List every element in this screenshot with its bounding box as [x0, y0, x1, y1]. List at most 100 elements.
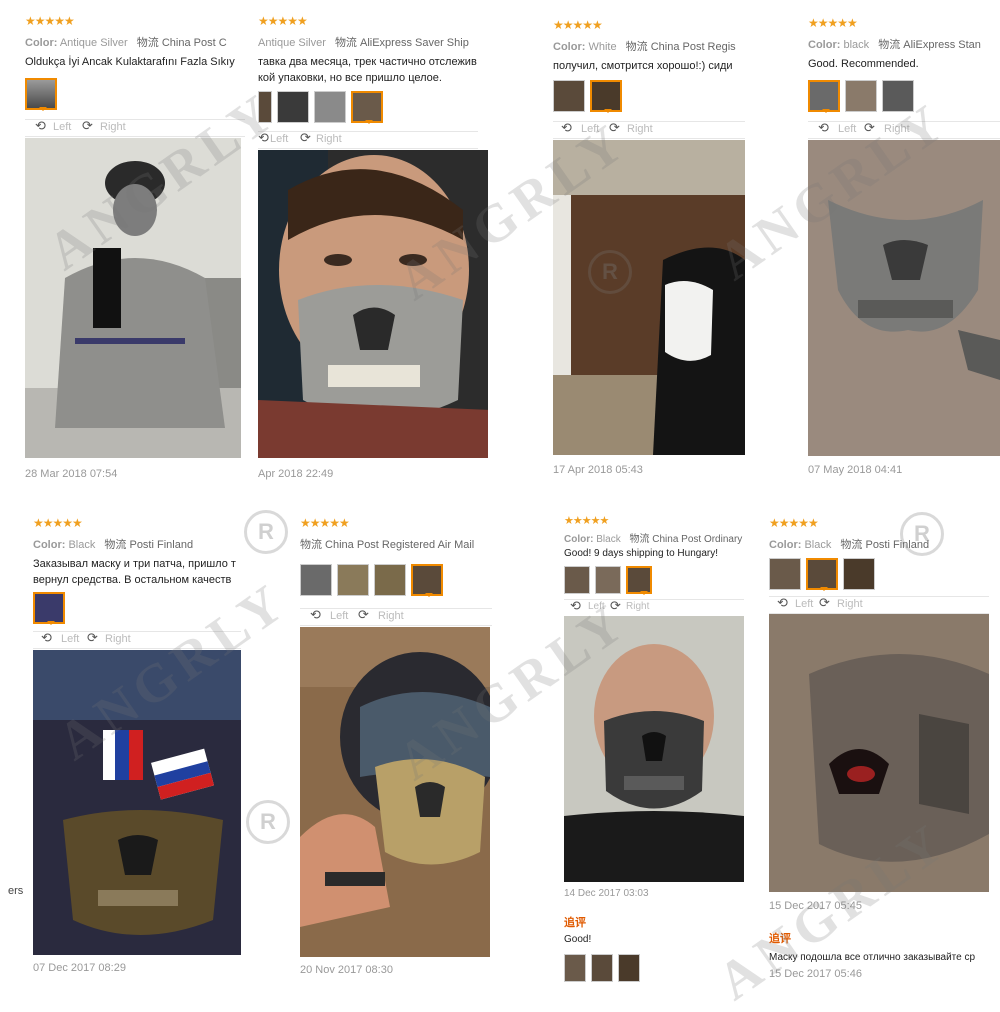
- rotate-right-icon[interactable]: ⟳: [609, 121, 620, 136]
- rotate-right-button[interactable]: Right: [626, 601, 649, 612]
- photo-thumbnail[interactable]: [591, 954, 613, 982]
- photo-thumbnail[interactable]: [882, 80, 914, 112]
- thumbnail-strip: [564, 566, 652, 595]
- rotate-right-icon[interactable]: ⟳: [87, 631, 98, 646]
- rotate-controls: ⟲ Left ⟳ Right: [300, 608, 492, 626]
- additional-review-text: Good!: [564, 934, 592, 945]
- color-value: Black: [596, 534, 621, 545]
- review-date: 07 May 2018 04:41: [808, 464, 903, 476]
- comment-line-2: вернул средства. В остальном качеств: [33, 574, 232, 586]
- photo-thumbnail[interactable]: [411, 564, 443, 597]
- photo-thumbnail[interactable]: [590, 80, 622, 113]
- thumbnail-strip: [808, 80, 914, 113]
- rotate-left-button[interactable]: Left: [588, 601, 605, 612]
- thumbnail-strip: [25, 78, 57, 111]
- rotate-right-icon[interactable]: ⟳: [358, 608, 369, 623]
- rotate-right-icon[interactable]: ⟳: [300, 131, 311, 146]
- star-rating: ★★★★★: [258, 14, 308, 28]
- rotate-left-icon[interactable]: ⟲: [777, 596, 788, 611]
- rotate-left-icon[interactable]: ⟲: [818, 121, 829, 136]
- rotate-controls: ⟲ Left ⟳ Right: [769, 596, 989, 614]
- review-date: 20 Nov 2017 08:30: [300, 964, 393, 976]
- rotate-left-button[interactable]: Left: [53, 121, 71, 133]
- review-photo[interactable]: [300, 627, 490, 957]
- photo-thumbnail[interactable]: [806, 558, 838, 591]
- additional-review-date: 15 Dec 2017 05:46: [769, 968, 862, 980]
- rotate-right-icon[interactable]: ⟳: [864, 121, 875, 136]
- registered-mark: R: [244, 510, 288, 554]
- rotate-right-button[interactable]: Right: [316, 133, 342, 145]
- review-photo[interactable]: [25, 138, 241, 458]
- review-card-8: ★★★★★ Color: Black 物流 Posti Finland ⟲ Le…: [769, 516, 989, 984]
- photo-thumbnail[interactable]: [337, 564, 369, 596]
- review-card-7: ★★★★★ Color: Black 物流 China Post Ordinar…: [564, 514, 744, 984]
- review-card-1: ★★★★★ Color: Antique Silver 物流 China Pos…: [25, 14, 255, 484]
- rotate-controls: ⟲ Left ⟳ Right: [25, 119, 245, 137]
- registered-mark: R: [588, 250, 632, 294]
- thumbnail-strip: [769, 558, 875, 591]
- rotate-left-icon[interactable]: ⟲: [41, 631, 52, 646]
- photo-thumbnail[interactable]: [300, 564, 332, 596]
- photo-thumbnail[interactable]: [769, 558, 801, 590]
- photo-thumbnail[interactable]: [843, 558, 875, 590]
- photo-thumbnail[interactable]: [564, 566, 590, 594]
- rotate-left-icon[interactable]: ⟲: [561, 121, 572, 136]
- review-photo[interactable]: [769, 614, 989, 892]
- rotate-left-icon[interactable]: ⟲: [570, 599, 581, 614]
- color-label: Color:: [769, 539, 802, 551]
- rotate-left-button[interactable]: Left: [330, 610, 348, 622]
- rotate-right-button[interactable]: Right: [884, 123, 910, 135]
- rotate-right-button[interactable]: Right: [105, 633, 131, 645]
- shipping-method: 物流 Posti Finland: [104, 539, 194, 551]
- rotate-right-button[interactable]: Right: [100, 121, 126, 133]
- selfie-image: [25, 138, 241, 458]
- rotate-left-button[interactable]: Left: [270, 133, 288, 145]
- review-meta: Color: White 物流 China Post Regis: [553, 38, 736, 54]
- rotate-controls: ⟲ Left ⟳ Right: [564, 599, 744, 617]
- rotate-left-icon[interactable]: ⟲: [258, 131, 269, 146]
- rotate-right-button[interactable]: Right: [837, 598, 863, 610]
- photo-thumbnail[interactable]: [25, 78, 57, 111]
- rotate-right-button[interactable]: Right: [378, 610, 404, 622]
- rotate-left-button[interactable]: Left: [795, 598, 813, 610]
- photo-thumbnail[interactable]: [258, 91, 272, 123]
- review-date: 15 Dec 2017 05:45: [769, 900, 862, 912]
- review-card-6: ★★★★★ 物流 China Post Registered Air Mail …: [300, 516, 492, 980]
- photo-thumbnail[interactable]: [374, 564, 406, 596]
- photo-thumbnail[interactable]: [553, 80, 585, 112]
- rotate-left-button[interactable]: Left: [61, 633, 79, 645]
- comment-line-2: кой упаковки, но все пришло целое.: [258, 72, 442, 84]
- review-meta: Color: Black 物流 Posti Finland: [33, 536, 193, 552]
- rotate-right-icon[interactable]: ⟳: [610, 599, 621, 614]
- photo-thumbnail[interactable]: [564, 954, 586, 982]
- photo-thumbnail[interactable]: [808, 80, 840, 113]
- comment-line-1: Заказывал маску и три патча, пришло т: [33, 558, 236, 570]
- rotate-right-icon[interactable]: ⟳: [82, 119, 93, 134]
- review-date: 17 Apr 2018 05:43: [553, 464, 643, 476]
- photo-thumbnail[interactable]: [277, 91, 309, 123]
- rotate-right-icon[interactable]: ⟳: [819, 596, 830, 611]
- photo-thumbnail[interactable]: [351, 91, 383, 124]
- shipping-method: 物流 AliExpress Stan: [878, 39, 981, 51]
- review-photo[interactable]: [258, 150, 488, 458]
- rotate-left-button[interactable]: Left: [581, 123, 599, 135]
- rotate-left-icon[interactable]: ⟲: [35, 119, 46, 134]
- rotate-left-button[interactable]: Left: [838, 123, 856, 135]
- color-value: Antique Silver: [258, 37, 326, 49]
- photo-thumbnail[interactable]: [626, 566, 652, 595]
- review-photo[interactable]: [33, 650, 241, 955]
- photo-thumbnail[interactable]: [33, 592, 65, 625]
- color-label: Color:: [33, 539, 66, 551]
- review-photo[interactable]: [553, 140, 745, 455]
- photo-thumbnail[interactable]: [595, 566, 621, 594]
- rotate-right-button[interactable]: Right: [627, 123, 653, 135]
- rotate-controls: ⟲ Left ⟳ Right: [33, 631, 241, 649]
- review-photo[interactable]: [808, 140, 1000, 456]
- photo-thumbnail[interactable]: [845, 80, 877, 112]
- review-meta: Color: black 物流 AliExpress Stan: [808, 36, 981, 52]
- photo-thumbnail[interactable]: [314, 91, 346, 123]
- review-photo[interactable]: [564, 616, 744, 882]
- star-rating: ★★★★★: [553, 18, 603, 32]
- rotate-left-icon[interactable]: ⟲: [310, 608, 321, 623]
- photo-thumbnail[interactable]: [618, 954, 640, 982]
